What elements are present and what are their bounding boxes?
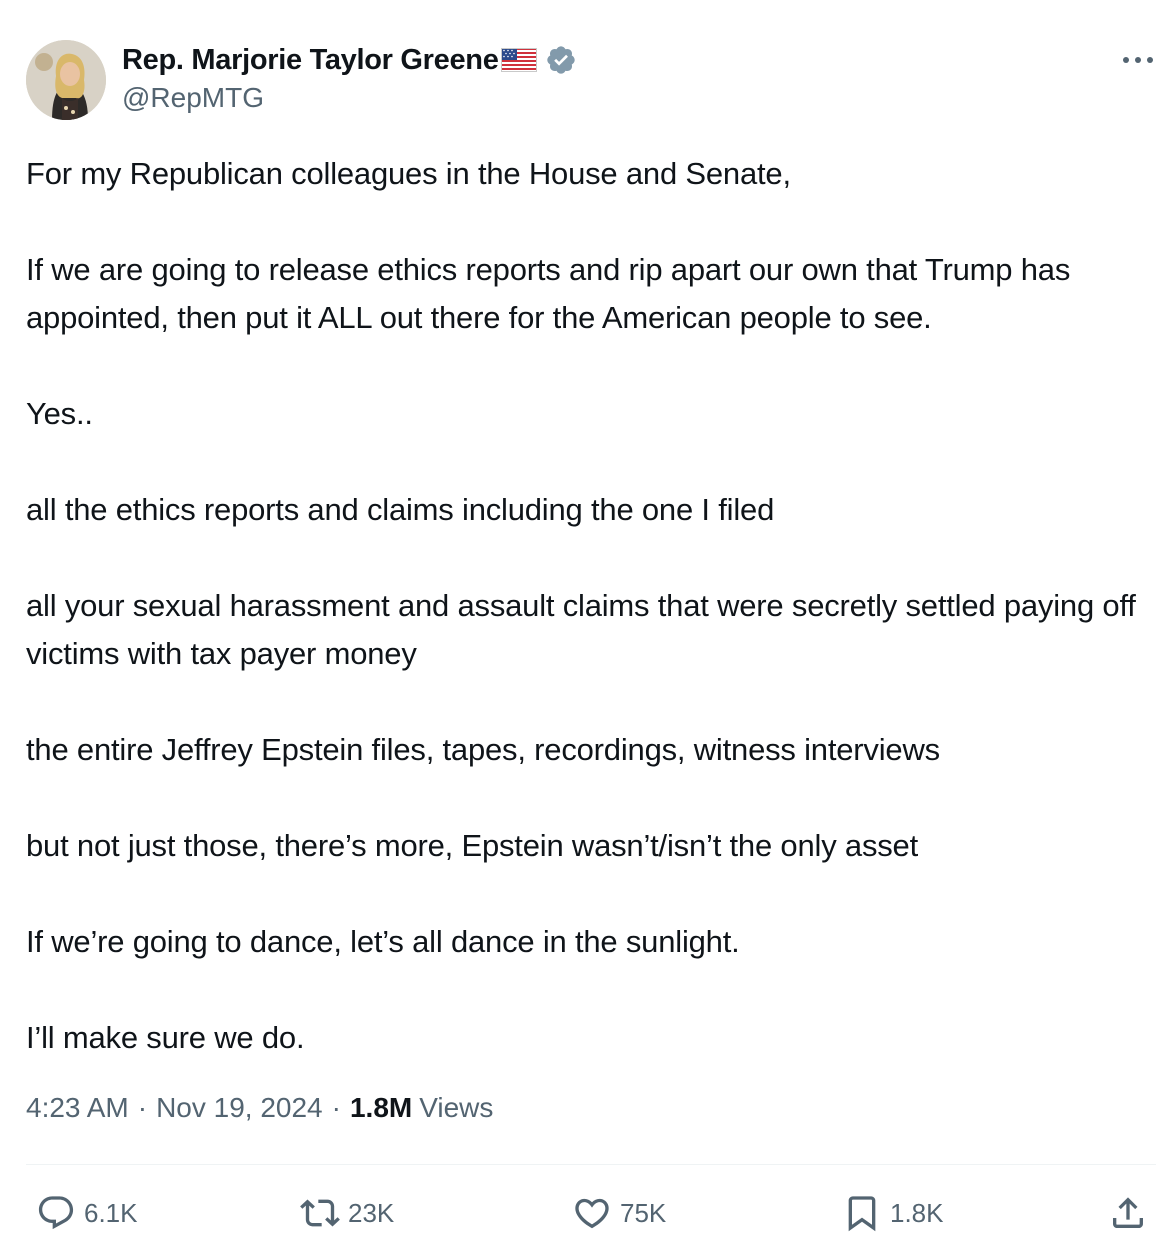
heart-icon	[575, 1198, 609, 1229]
repost-count: 23K	[348, 1197, 395, 1228]
tweet-paragraph: I’ll make sure we do.	[26, 1020, 305, 1055]
more-options-icon[interactable]	[1120, 48, 1156, 72]
tweet-text: For my Republican colleagues in the Hous…	[26, 150, 1160, 1062]
bookmark-button[interactable]: 1.8K	[842, 1188, 944, 1238]
repost-button[interactable]: 23K	[300, 1188, 394, 1238]
reply-icon	[38, 1196, 74, 1230]
meta-separator: ·	[331, 1092, 341, 1123]
share-icon	[1113, 1197, 1143, 1228]
tweet-paragraph: all the ethics reports and claims includ…	[26, 492, 775, 527]
reply-button[interactable]: 6.1K	[36, 1188, 138, 1238]
repost-icon	[300, 1199, 340, 1227]
reply-count: 6.1K	[84, 1197, 138, 1228]
action-bar: 6.1K 23K 75K 1.8K	[26, 1188, 1156, 1238]
like-count: 75K	[620, 1197, 667, 1228]
tweet-paragraph: Yes..	[26, 396, 93, 431]
tweet-paragraph: If we are going to release ethics report…	[26, 252, 1071, 335]
tweet-date[interactable]: Nov 19, 2024	[156, 1092, 323, 1124]
tweet-meta: 4:23 AM · Nov 19, 2024 · 1.8M Views	[26, 1092, 493, 1124]
like-button[interactable]: 75K	[572, 1188, 666, 1238]
views-label: Views	[419, 1092, 494, 1123]
bookmark-icon	[848, 1196, 876, 1232]
tweet-paragraph: the entire Jeffrey Epstein files, tapes,…	[26, 732, 940, 767]
us-flag-icon	[500, 48, 537, 72]
tweet-paragraph: If we’re going to dance, let’s all dance…	[26, 924, 740, 959]
tweet-paragraph: For my Republican colleagues in the Hous…	[26, 156, 791, 191]
author-avatar[interactable]	[26, 40, 106, 120]
author-handle[interactable]: @RepMTG	[122, 82, 264, 114]
tweet-header: Rep. Marjorie Taylor Greene @RepMTG	[26, 40, 1156, 120]
views-count[interactable]: 1.8M	[350, 1092, 412, 1124]
verified-badge-icon[interactable]	[545, 44, 577, 76]
divider	[26, 1164, 1156, 1165]
tweet-time[interactable]: 4:23 AM	[26, 1092, 129, 1124]
author-name[interactable]: Rep. Marjorie Taylor Greene	[122, 44, 499, 77]
share-button[interactable]	[1108, 1188, 1148, 1238]
meta-separator: ·	[137, 1092, 148, 1123]
tweet-paragraph: but not just those, there’s more, Epstei…	[26, 828, 918, 863]
author-name-row: Rep. Marjorie Taylor Greene	[122, 42, 577, 78]
tweet-paragraph: all your sexual harassment and assault c…	[26, 588, 1136, 671]
bookmark-count: 1.8K	[890, 1197, 944, 1228]
